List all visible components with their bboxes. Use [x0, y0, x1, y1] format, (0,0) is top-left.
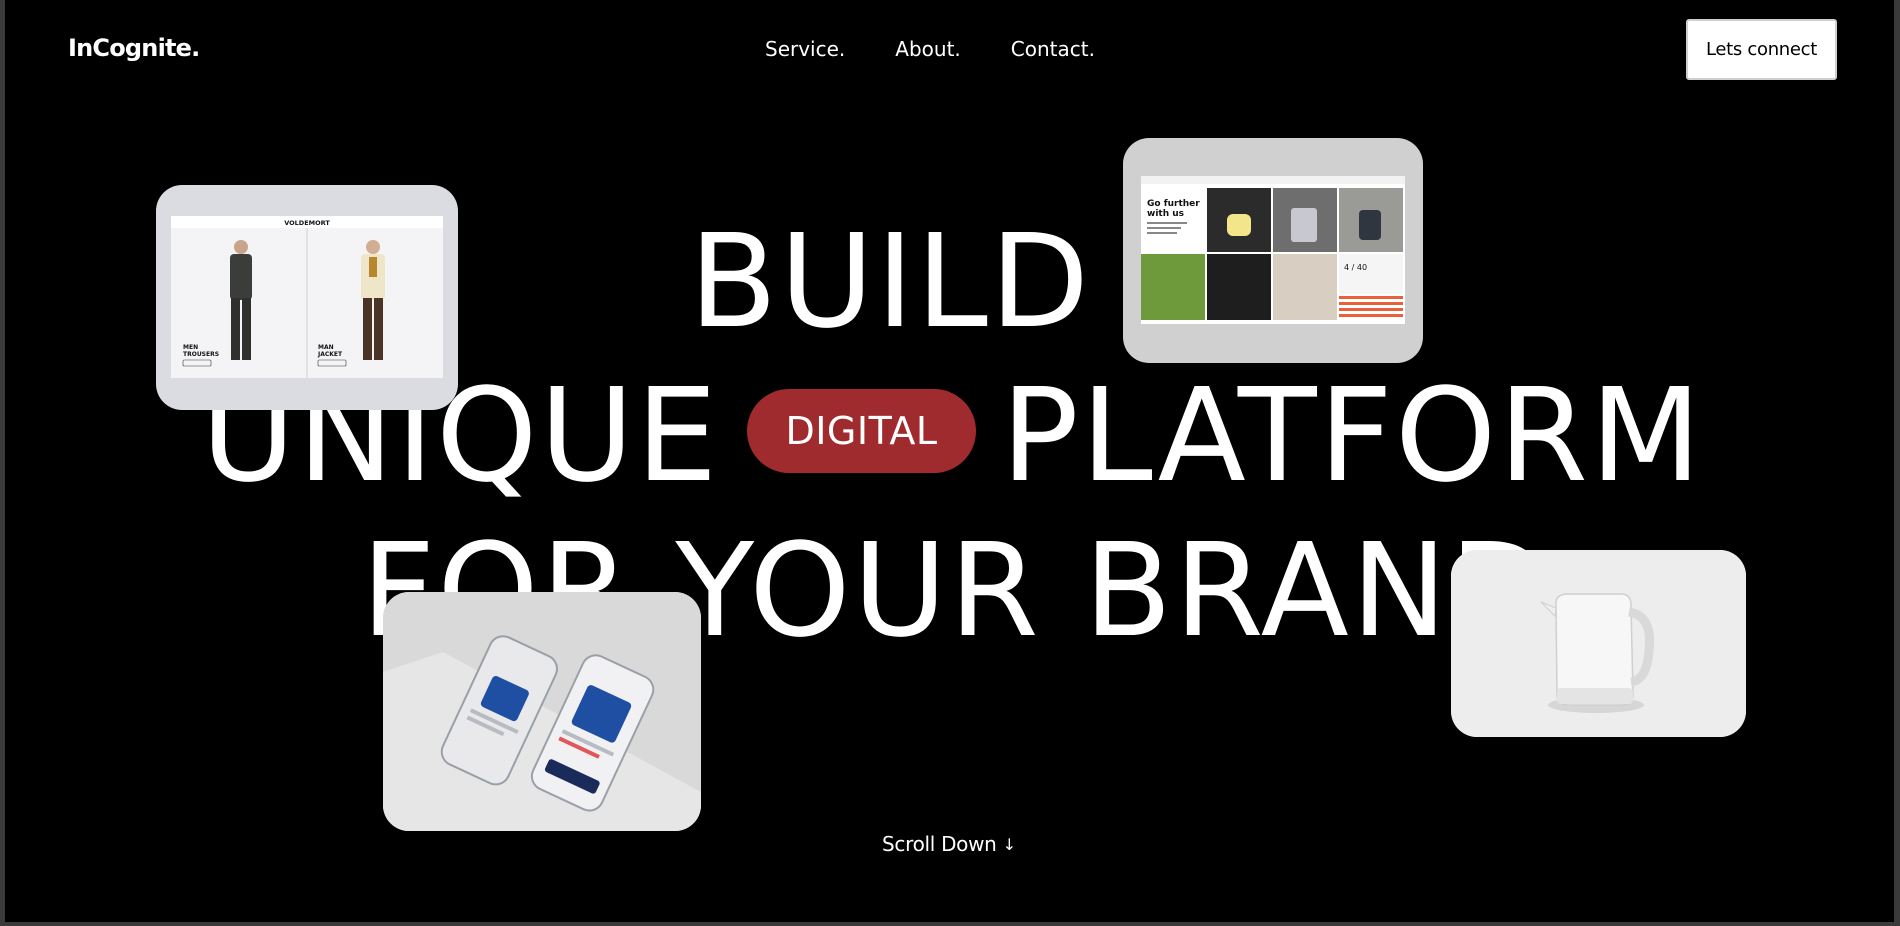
right-caption-1: MAN — [318, 344, 334, 351]
scroll-down-link[interactable]: Scroll Down ↓ — [882, 832, 1016, 856]
hero-line-build: BUILD — [689, 207, 1092, 357]
main-nav: Service. About. Contact. — [765, 37, 1095, 61]
brand-logo[interactable]: InCognite. — [68, 34, 200, 62]
shop-headline-2: with us — [1147, 209, 1184, 219]
nav-contact-link[interactable]: Contact. — [1011, 37, 1095, 61]
product-kettle-card — [1451, 550, 1746, 737]
kettle-image — [1451, 550, 1746, 737]
scroll-down-label: Scroll Down — [882, 832, 997, 856]
nav-service-link[interactable]: Service. — [765, 37, 845, 61]
shop-site-preview-card: Go further with us 4 / 40 — [1123, 138, 1423, 363]
hero-line-platform: PLATFORM — [1001, 361, 1704, 511]
fashion-site-preview-card: VOLDEMORT MEN TROUSERS MAN JACKET — [156, 185, 458, 410]
nav-about-link[interactable]: About. — [895, 37, 961, 61]
page-frame: InCognite. Service. About. Contact. Lets… — [5, 0, 1894, 922]
fashion-brand-name: VOLDEMORT — [284, 219, 330, 227]
shop-site-preview-image: Go further with us 4 / 40 — [1141, 176, 1405, 324]
lets-connect-button[interactable]: Lets connect — [1686, 19, 1837, 80]
mobile-app-mockup-image — [383, 592, 701, 831]
left-caption-2: TROUSERS — [183, 351, 219, 358]
arrow-down-icon: ↓ — [1002, 834, 1016, 854]
shop-headline-1: Go further — [1147, 199, 1200, 209]
shop-counter: 4 / 40 — [1344, 263, 1367, 272]
right-caption-2: JACKET — [317, 351, 343, 358]
fashion-site-preview-image: VOLDEMORT MEN TROUSERS MAN JACKET — [171, 216, 443, 378]
left-caption-1: MEN — [183, 344, 198, 351]
mobile-app-preview-card — [383, 592, 701, 831]
digital-pill-badge: DIGITAL — [747, 389, 976, 473]
